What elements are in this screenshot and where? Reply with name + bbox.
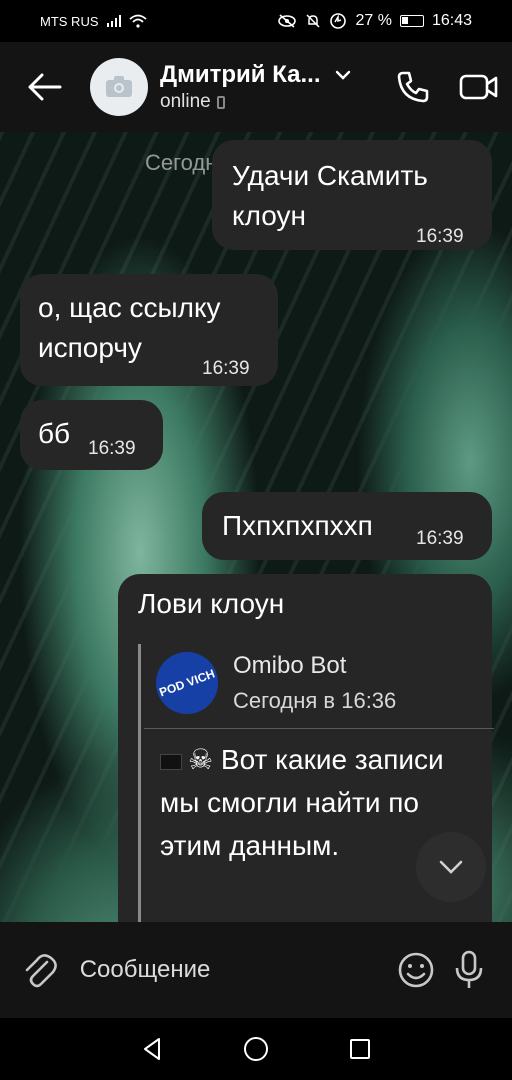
scroll-down-button[interactable] [416,832,486,902]
status-left: MTS RUS [40,14,147,29]
attach-button[interactable] [0,922,80,1018]
emoji-button[interactable] [390,922,443,1018]
contact-info[interactable]: Дмитрий Ка... online [160,61,380,113]
message-input-bar [0,922,512,1018]
mute-bell-icon [306,14,321,28]
contact-name: Дмитрий Ка... [160,61,321,88]
battery-saver-icon [330,13,347,29]
battery-percent: 27 % [355,12,392,29]
system-nav-bar [0,1018,512,1080]
message-text: о, щас ссылку испорчу [38,292,221,363]
skull-icon: ☠ [188,744,214,775]
signal-icon [106,15,121,27]
black-flag-icon [160,753,182,770]
battery-icon [399,15,424,27]
contact-status: online [160,91,211,112]
clock: 16:43 [431,12,472,29]
message-incoming[interactable]: о, щас ссылку испорчу 16:39 [20,274,278,386]
chat-header: Дмитрий Ка... online [0,42,512,132]
emoji-icon [398,952,434,988]
message-time: 16:39 [416,226,464,247]
back-button[interactable] [0,42,90,132]
video-call-button[interactable] [446,42,512,132]
chevron-down-icon [439,860,463,874]
forward-indicator [138,644,141,922]
video-call-icon [459,74,498,100]
message-text: Пхпхпхпххп [222,510,373,541]
message-text: бб [38,418,71,449]
eye-off-icon [278,14,297,28]
message-incoming[interactable]: бб 16:39 [20,400,163,470]
mic-button[interactable] [443,922,496,1018]
call-button[interactable] [380,42,446,132]
status-right: 27 % 16:43 [277,12,472,30]
message-time: 16:39 [202,358,250,379]
message-text: Удачи Скамить клоун [232,160,428,231]
back-arrow-icon [28,73,62,101]
nav-home-icon [244,1037,268,1061]
chat-area[interactable]: Сегодня 27 июля Удачи Скамить клоун 16:3… [0,132,512,922]
mobile-device-icon [216,95,225,109]
message-caption: Лови клоун [138,588,285,619]
forward-date: Сегодня в 16:36 [233,688,397,713]
nav-recents-icon [350,1039,370,1059]
message-outgoing[interactable]: Удачи Скамить клоун 16:39 [212,140,492,250]
wifi-icon [128,14,147,28]
bot-avatar[interactable]: POD VICH [147,643,227,723]
carrier-label: MTS RUS [40,13,99,29]
nav-back-button[interactable] [122,1019,182,1079]
message-time: 16:39 [416,528,464,549]
status-bar: MTS RUS 27 % 16:43 [0,0,512,42]
chevron-down-icon[interactable] [335,70,351,80]
bot-name[interactable]: Omibo Bot [233,652,346,680]
message-input[interactable] [79,940,390,1000]
mic-icon [456,950,483,988]
phone-icon [397,71,429,103]
nav-home-button[interactable] [226,1019,286,1079]
divider [144,728,494,729]
camera-icon [106,76,132,97]
message-outgoing[interactable]: Пхпхпхпххп 16:39 [202,492,492,560]
nav-recents-button[interactable] [330,1019,390,1079]
message-time: 16:39 [88,438,136,459]
nav-back-icon [144,1038,160,1060]
attach-icon [25,954,57,988]
contact-avatar[interactable] [90,58,148,116]
